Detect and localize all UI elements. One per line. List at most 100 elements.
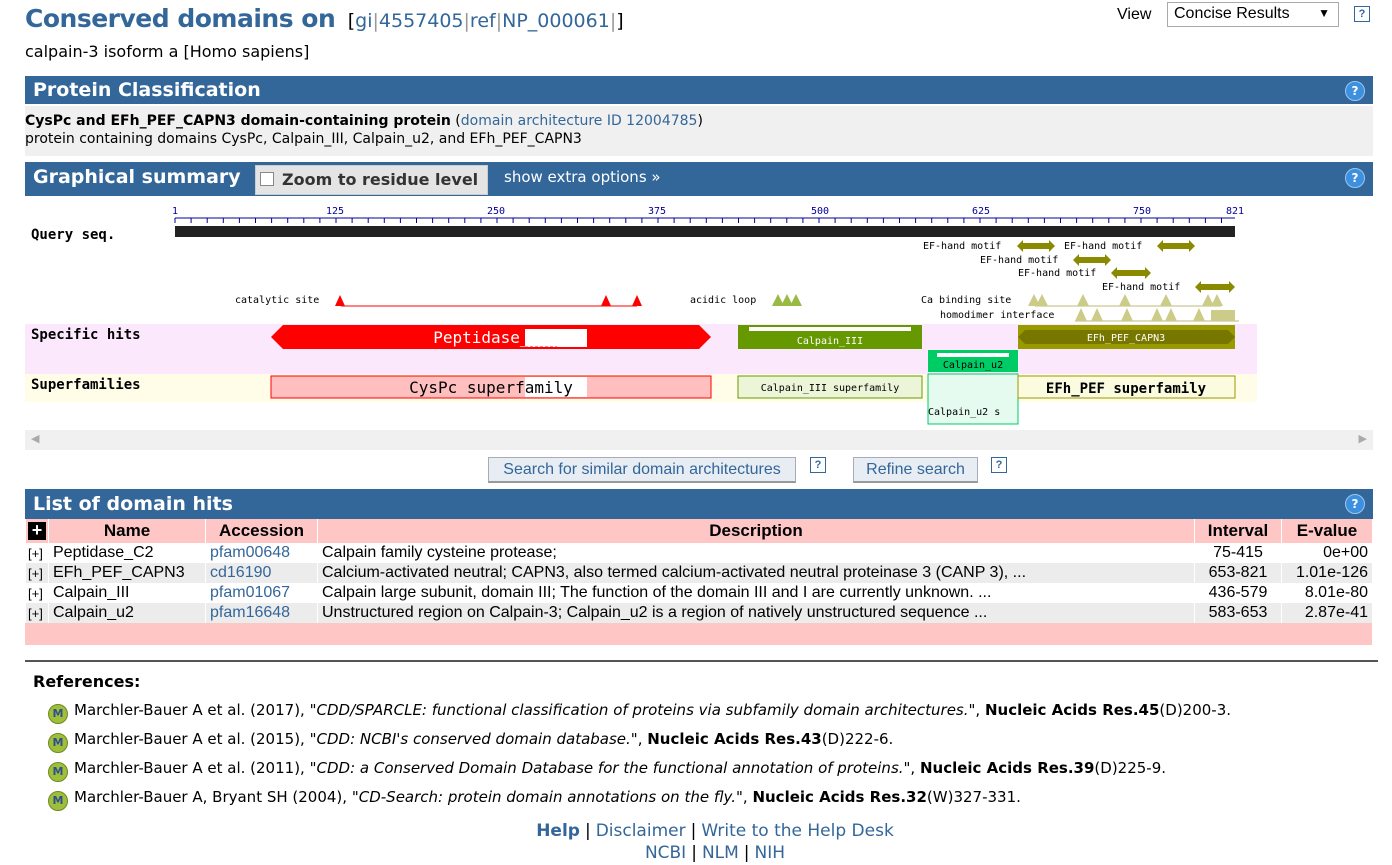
homodimer-marker[interactable]: [1193, 308, 1205, 321]
expand-row-button[interactable]: [+]: [28, 587, 43, 601]
view-select[interactable]: Concise Results ▼: [1167, 2, 1339, 27]
table-row[interactable]: [+] Peptidase_C2 pfam00648 Calpain famil…: [25, 543, 1372, 563]
catalytic-site-marker[interactable]: [601, 295, 611, 306]
horizontal-scrollbar[interactable]: ◀ ▶: [25, 430, 1373, 450]
ef-hand-motif-arrow[interactable]: [1017, 240, 1055, 252]
scroll-left-icon[interactable]: ◀: [31, 432, 39, 445]
feature-label: EF-hand motif: [923, 241, 1001, 252]
efh-pef-superfamily[interactable]: EFh_PEF superfamily: [1017, 375, 1236, 399]
expand-all-button[interactable]: +: [28, 521, 46, 540]
view-help-icon[interactable]: ?: [1354, 6, 1370, 22]
pubmed-icon: M: [48, 762, 68, 782]
homodimer-marker[interactable]: [1211, 310, 1235, 321]
gi-number-link[interactable]: 4557405: [379, 10, 464, 32]
col-evalue[interactable]: E-value: [1281, 519, 1372, 543]
zoom-toggle[interactable]: Zoom to residue level: [255, 165, 488, 195]
nih-link[interactable]: NIH: [755, 843, 786, 863]
col-description[interactable]: Description: [317, 519, 1195, 543]
peptidase-c2-label: Peptidase_C2: [433, 328, 549, 347]
efh-pef-capn3-domain[interactable]: EFh_PEF_CAPN3: [1018, 325, 1235, 349]
calpain-iii-superfamily-label: Calpain_III superfamily: [761, 383, 899, 394]
cyspc-superfamily[interactable]: CysPc superfamily: [270, 375, 712, 399]
help-icon[interactable]: ?: [1345, 168, 1365, 188]
col-interval[interactable]: Interval: [1194, 519, 1282, 543]
calpain-iii-domain[interactable]: Calpain_III: [738, 325, 922, 349]
ca-binding-marker[interactable]: [1119, 294, 1131, 306]
ref-authors: Marchler-Bauer A et al. (2017),: [74, 701, 305, 719]
homodimer-marker[interactable]: [1151, 308, 1163, 321]
scroll-right-icon[interactable]: ▶: [1359, 432, 1367, 445]
feature-label: EF-hand motif: [980, 255, 1058, 266]
ef-hand-motif-arrow[interactable]: [1111, 267, 1151, 279]
help-icon[interactable]: ?: [1345, 494, 1365, 514]
query-seq-label: Query seq.: [31, 227, 115, 243]
search-similar-help-icon[interactable]: ?: [810, 457, 826, 473]
tick-label: 750: [1133, 206, 1151, 217]
tick-label: 500: [811, 206, 829, 217]
ncbi-link[interactable]: NCBI: [645, 843, 686, 863]
table-header-row: + Name Accession Description Interval E-…: [25, 519, 1372, 543]
ref-title: "CDD: a Conserved Domain Database for th…: [309, 759, 911, 777]
ef-hand-motif-arrow[interactable]: [1073, 254, 1111, 266]
help-icon[interactable]: ?: [1345, 81, 1365, 101]
refine-search-button[interactable]: Refine search: [853, 457, 978, 483]
feature-label: EF-hand motif: [1064, 241, 1142, 252]
ef-hand-motif-arrow[interactable]: [1195, 281, 1235, 293]
tick-label: 125: [326, 206, 344, 217]
peptidase-c2-domain[interactable]: Peptidase_C2: [271, 325, 711, 349]
architecture-link[interactable]: domain architecture ID 12004785: [461, 113, 698, 129]
reference-item[interactable]: M Marchler-Bauer A, Bryant SH (2004), "CD…: [48, 788, 1021, 811]
ref-pages: (W)327-331.: [926, 788, 1021, 806]
hit-accession-link[interactable]: pfam00648: [205, 543, 318, 563]
reference-item[interactable]: M Marchler-Bauer A et al. (2011), "CDD: a…: [48, 759, 1166, 782]
ef-hand-motif-arrow[interactable]: [1157, 240, 1195, 252]
expand-row-button[interactable]: [+]: [28, 567, 43, 581]
ca-binding-marker[interactable]: [1160, 294, 1172, 306]
ref-journal: Nucleic Acids Res.: [919, 759, 1074, 777]
expand-row-button[interactable]: [+]: [28, 547, 43, 561]
domain-hits-title: List of domain hits: [33, 493, 233, 515]
ref-authors: Marchler-Bauer A, Bryant SH (2004),: [74, 788, 348, 806]
disclaimer-link[interactable]: Disclaimer: [596, 821, 686, 841]
classification-name: CysPc and EFh_PEF_CAPN3 domain-containin…: [25, 113, 451, 129]
nlm-link[interactable]: NLM: [702, 843, 739, 863]
hit-accession-link[interactable]: pfam16648: [205, 603, 318, 623]
col-name[interactable]: Name: [48, 519, 206, 543]
reference-item[interactable]: M Marchler-Bauer A et al. (2015), "CDD: N…: [48, 730, 893, 753]
ref-link[interactable]: ref: [470, 10, 496, 32]
ca-binding-marker[interactable]: [1036, 294, 1048, 306]
gi-link[interactable]: gi: [355, 10, 372, 32]
help-link[interactable]: Help: [536, 821, 580, 841]
ref-title: "CDD/SPARCLE: functional classification …: [309, 701, 976, 719]
reference-item[interactable]: M Marchler-Bauer A et al. (2017), "CDD/SP…: [48, 701, 1231, 724]
calpain-iii-superfamily[interactable]: Calpain_III superfamily: [737, 375, 923, 399]
hit-accession-link[interactable]: cd16190: [205, 563, 318, 583]
hit-accession-link[interactable]: pfam01067: [205, 583, 318, 603]
table-row[interactable]: [+] Calpain_III pfam01067 Calpain large …: [25, 583, 1372, 603]
accession-link[interactable]: NP_000061: [502, 10, 610, 32]
hit-interval: 653-821: [1194, 563, 1282, 583]
calpain-u2-superfamily[interactable]: Calpain_u2 s: [927, 373, 1019, 425]
acidic-loop-marker[interactable]: [790, 294, 802, 306]
catalytic-site-marker[interactable]: [335, 295, 345, 306]
homodimer-marker[interactable]: [1165, 308, 1177, 321]
helpdesk-link[interactable]: Write to the Help Desk: [701, 821, 893, 841]
refine-help-icon[interactable]: ?: [991, 457, 1007, 473]
hit-name: Calpain_u2: [48, 603, 206, 623]
ca-binding-marker[interactable]: [1077, 294, 1089, 306]
homodimer-marker[interactable]: [1121, 308, 1133, 321]
table-row[interactable]: [+] EFh_PEF_CAPN3 cd16190 Calcium-activa…: [25, 563, 1372, 583]
ca-binding-marker[interactable]: [1211, 294, 1223, 306]
calpain-u2-domain[interactable]: Calpain_u2: [928, 350, 1018, 372]
col-accession[interactable]: Accession: [205, 519, 318, 543]
zoom-checkbox[interactable]: [260, 172, 274, 186]
table-row[interactable]: [+] Calpain_u2 pfam16648 Unstructured re…: [25, 603, 1372, 623]
extra-options-link[interactable]: show extra options »: [504, 168, 661, 186]
catalytic-site-marker[interactable]: [632, 295, 642, 306]
homodimer-marker[interactable]: [1075, 308, 1087, 321]
homodimer-marker[interactable]: [1091, 308, 1103, 321]
search-similar-button[interactable]: Search for similar domain architectures: [488, 457, 796, 483]
cyspc-superfamily-label: CysPc superfamily: [409, 378, 573, 397]
domain-graphic: 1 125 250 375 500 625 750 821 Query seq.…: [25, 206, 1257, 425]
expand-row-button[interactable]: [+]: [28, 607, 43, 621]
